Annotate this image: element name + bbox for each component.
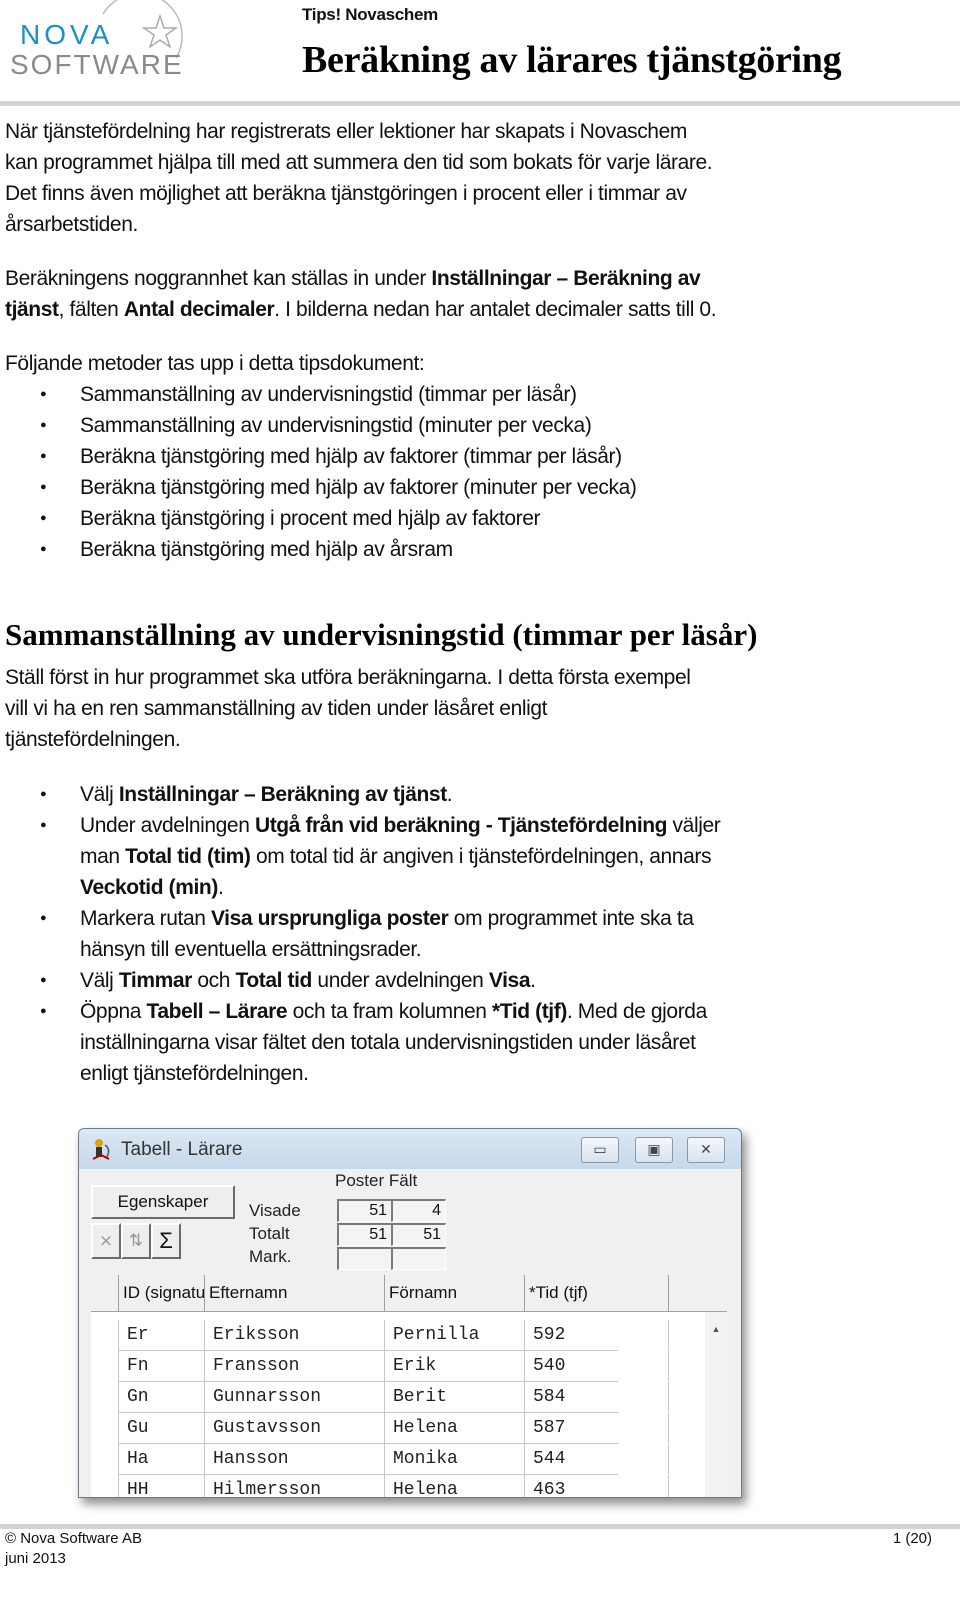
sigma-icon: Σ [159,1228,173,1253]
column-header-tid[interactable]: *Tid (tjf) [524,1275,669,1311]
nova-software-logo: NOVA SOFTWARE [8,0,198,90]
window-content: Egenskaper ⨯ ⇅ Σ Poster Fält Visade Tota… [79,1169,741,1497]
table-row[interactable]: Fn Fransson Erik 540 [118,1351,669,1382]
minimize-button[interactable]: ▭ [581,1137,619,1163]
section-paragraph: Ställ först in hur programmet ska utföra… [5,666,691,751]
close-icon: ✕ [700,1141,712,1157]
footer-date: juni 2013 [5,1550,66,1567]
list-item: Välj Timmar och Total tid under avdelnin… [5,965,745,996]
table-body: Er Eriksson Pernilla 592 Fn Fransson Eri… [91,1312,727,1497]
stats-visade-poster: 51 [337,1199,392,1222]
list-item: Beräkna tjänstgöring med hjälp av årsram [5,534,765,565]
stats-totalt-poster: 51 [337,1223,392,1246]
stats-col-headers: Poster Fält [335,1171,418,1190]
clear-sort-button[interactable]: ⇅ [121,1223,151,1259]
precision-paragraph: Beräkningens noggrannhet kan ställas in … [5,267,717,321]
methods-intro: Följande metoder tas upp i detta tipsdok… [5,352,425,375]
maximize-button[interactable]: ▣ [635,1137,673,1163]
intro-paragraph: När tjänstefördelning har registrerats e… [5,120,713,236]
list-item: Sammanställning av undervisningstid (min… [5,410,765,441]
table-row[interactable]: HH Hilmersson Helena 463 [118,1475,669,1497]
column-header-fornamn[interactable]: Förnamn [384,1275,524,1311]
table-row[interactable]: Gn Gunnarsson Berit 584 [118,1382,669,1413]
footer-divider [0,1524,960,1529]
close-button[interactable]: ✕ [687,1137,725,1163]
stats-label-visade: Visade [249,1201,301,1220]
header-divider [0,101,960,106]
intro-section: När tjänstefördelning har registrerats e… [5,116,765,565]
stats-visade-falt: 4 [391,1199,446,1222]
list-item: Öppna Tabell – Lärare och ta fram kolumn… [5,996,740,1089]
stats-mark-falt [391,1247,446,1270]
table-row[interactable]: Er Eriksson Pernilla 592 [118,1320,669,1351]
column-header-id[interactable]: ID (signatu [118,1275,204,1311]
star-icon [141,13,179,49]
minimize-icon: ▭ [593,1141,607,1157]
stats-label-mark: Mark. [249,1247,292,1266]
page-title: Beräkning av lärares tjänstgöring [302,39,842,81]
list-item: Beräkna tjänstgöring i procent med hjälp… [5,503,765,534]
footer-copyright: © Nova Software AB [5,1530,142,1547]
window-title: Tabell - Lärare [121,1139,243,1160]
stats-mark-poster [337,1247,392,1270]
clear-filter-button[interactable]: ⨯ [91,1223,121,1259]
properties-button[interactable]: Egenskaper [91,1185,235,1219]
table-row[interactable]: Gu Gustavsson Helena 587 [118,1413,669,1444]
stats-label-totalt: Totalt [249,1224,290,1243]
logo-software: SOFTWARE [10,49,184,80]
maximize-icon: ▣ [647,1141,661,1157]
steps-list: Välj Inställningar – Beräkning av tjänst… [5,779,745,1089]
list-item: Beräkna tjänstgöring med hjälp av faktor… [5,441,765,472]
column-header-efternamn[interactable]: Efternamn [204,1275,384,1311]
section-body: Ställ först in hur programmet ska utföra… [5,662,765,1089]
window-titlebar[interactable]: Tabell - Lärare ▭ ▣ ✕ [79,1129,741,1169]
filter-clear-icon: ⨯ [98,1231,114,1250]
section-heading: Sammanställning av undervisningstid (tim… [5,617,758,652]
sum-button[interactable]: Σ [151,1223,181,1259]
table-row[interactable]: Ha Hansson Monika 544 [118,1444,669,1475]
list-item: Välj Inställningar – Beräkning av tjänst… [5,779,745,810]
document-kicker: Tips! Novaschem [302,5,438,24]
table-header: ID (signatu Efternamn Förnamn *Tid (tjf) [91,1275,727,1312]
list-item: Markera rutan Visa ursprungliga poster o… [5,903,750,965]
list-item: Beräkna tjänstgöring med hjälp av faktor… [5,472,765,503]
page-number: 1 (20) [892,1530,932,1547]
teacher-app-icon [89,1137,115,1163]
list-item: Sammanställning av undervisningstid (tim… [5,379,765,410]
stats-totalt-falt: 51 [391,1223,446,1246]
methods-list: Sammanställning av undervisningstid (tim… [5,379,765,565]
sort-clear-icon: ⇅ [128,1231,144,1250]
teacher-table-window: Tabell - Lärare ▭ ▣ ✕ Egenskaper ⨯ ⇅ Σ P… [78,1128,742,1498]
vertical-scrollbar[interactable]: ▲ [705,1312,727,1497]
logo-nova: NOVA [20,19,113,50]
list-item: Under avdelningen Utgå från vid beräknin… [5,810,730,903]
scroll-up-icon[interactable]: ▲ [705,1324,727,1334]
